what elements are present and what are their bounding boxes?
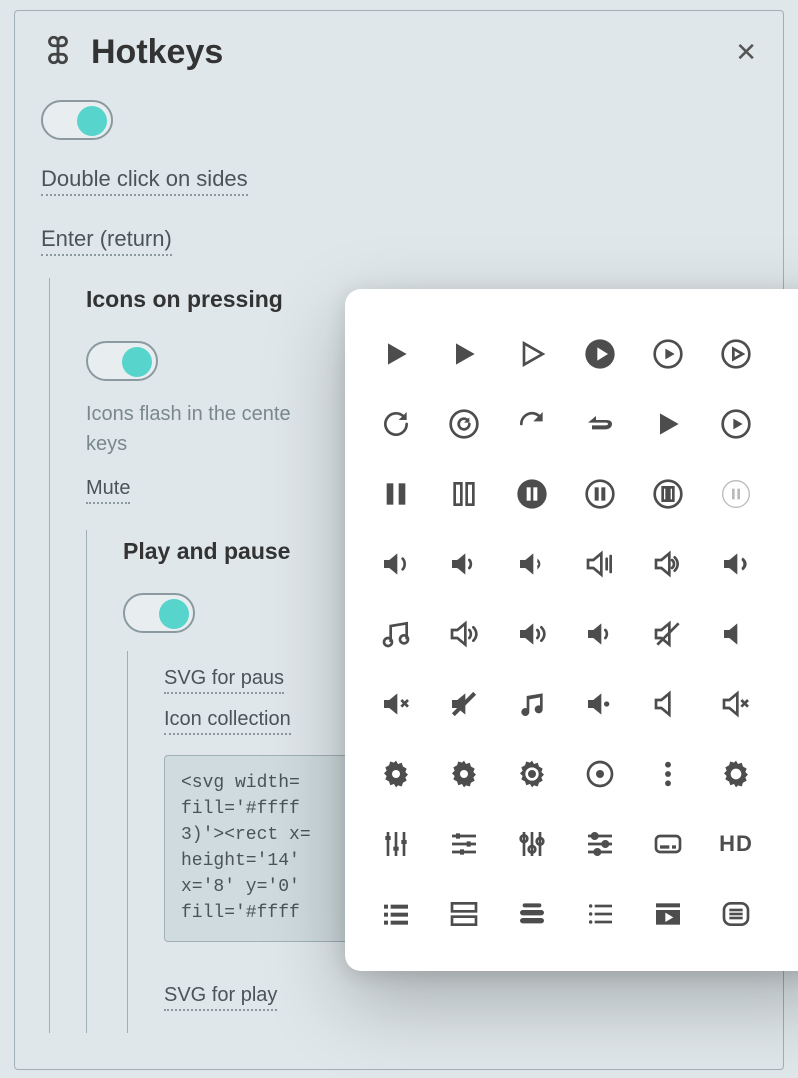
link-enter-return[interactable]: Enter (return) <box>41 226 172 256</box>
pause-circle-thin-icon[interactable] <box>719 477 753 511</box>
gear-ring-icon[interactable] <box>515 757 549 791</box>
more-icon[interactable] <box>787 827 798 861</box>
pause-outline-icon[interactable] <box>447 477 481 511</box>
music-note-solid-icon[interactable] <box>515 687 549 721</box>
gear-icon[interactable] <box>379 757 413 791</box>
more-icon[interactable] <box>787 617 798 651</box>
knobs-icon[interactable] <box>515 827 549 861</box>
refresh-icon[interactable] <box>379 407 413 441</box>
play-solid-icon[interactable] <box>379 337 413 371</box>
list-bullets-icon[interactable] <box>379 897 413 931</box>
more-icon[interactable] <box>787 757 798 791</box>
cc-badge-icon[interactable] <box>651 827 685 861</box>
icon-grid: HD <box>379 337 798 931</box>
rewind-arrow-icon[interactable] <box>583 407 617 441</box>
list-stack-icon[interactable] <box>515 897 549 931</box>
redo-icon[interactable] <box>515 407 549 441</box>
sliders-horizontal-icon[interactable] <box>447 827 481 861</box>
volume-slash-solid-icon[interactable] <box>447 687 481 721</box>
play-outline-icon[interactable] <box>515 337 549 371</box>
gear-icon[interactable] <box>447 757 481 791</box>
play-solid-icon[interactable] <box>651 407 685 441</box>
link-svg-for-pause[interactable]: SVG for paus <box>164 667 284 694</box>
list-ordered-icon[interactable] <box>583 897 617 931</box>
panel-header: Hotkeys <box>41 33 757 72</box>
gear-outline-icon[interactable] <box>719 757 753 791</box>
icons-on-pressing-toggle[interactable] <box>86 341 158 381</box>
music-note-icon[interactable] <box>379 617 413 651</box>
sliders-horizontal-icon[interactable] <box>583 827 617 861</box>
more-icon[interactable] <box>787 337 798 371</box>
hd-icon[interactable]: HD <box>719 827 753 861</box>
pause-circle-outline-icon[interactable] <box>583 477 617 511</box>
list-rows-icon[interactable] <box>447 897 481 931</box>
volume-outline-icon[interactable] <box>651 547 685 581</box>
volume-wave-icon[interactable] <box>447 547 481 581</box>
volume-up-solid-icon[interactable] <box>719 547 753 581</box>
more-icon[interactable] <box>787 477 798 511</box>
more-icon[interactable] <box>787 897 798 931</box>
refresh-ring-icon[interactable] <box>447 407 481 441</box>
close-icon[interactable]: ✕ <box>735 37 757 68</box>
pause-circle-double-icon[interactable] <box>651 477 685 511</box>
volume-lines-solid-icon[interactable] <box>583 617 617 651</box>
play-solid-icon[interactable] <box>447 337 481 371</box>
pause-solid-icon[interactable] <box>379 477 413 511</box>
hotkeys-panel: Hotkeys ✕ Double click on sides Enter (r… <box>14 10 784 1070</box>
play-circle-thin-icon[interactable] <box>719 337 753 371</box>
pause-circle-solid-icon[interactable] <box>515 477 549 511</box>
more-icon[interactable] <box>787 687 798 721</box>
more-icon[interactable] <box>787 407 798 441</box>
volume-wave-icon[interactable] <box>379 547 413 581</box>
volume-half-solid-icon[interactable] <box>583 687 617 721</box>
play-circle-outline-icon[interactable] <box>651 337 685 371</box>
list-rounded-icon[interactable] <box>719 897 753 931</box>
command-icon <box>41 33 75 72</box>
speaker-solid-icon[interactable] <box>719 617 753 651</box>
page-title: Hotkeys <box>91 33 223 72</box>
play-circle-outline-icon[interactable] <box>719 407 753 441</box>
more-icon[interactable] <box>787 547 798 581</box>
icon-picker-popover: HD <box>345 289 798 971</box>
volume-slash-icon[interactable] <box>651 617 685 651</box>
speaker-outline-icon[interactable] <box>651 687 685 721</box>
volume-half-icon[interactable] <box>515 547 549 581</box>
play-pause-toggle[interactable] <box>123 593 195 633</box>
link-double-click-sides[interactable]: Double click on sides <box>41 166 248 196</box>
more-vertical-icon[interactable] <box>651 757 685 791</box>
link-mute[interactable]: Mute <box>86 477 130 504</box>
video-thumb-icon[interactable] <box>651 897 685 931</box>
link-svg-for-play[interactable]: SVG for play <box>164 984 277 1011</box>
hotkeys-master-toggle[interactable] <box>41 100 113 140</box>
speaker-x-icon[interactable] <box>379 687 413 721</box>
speaker-x-outline-icon[interactable] <box>719 687 753 721</box>
sliders-vertical-icon[interactable] <box>379 827 413 861</box>
volume-lines-solid-icon[interactable] <box>515 617 549 651</box>
volume-lines-outline-icon[interactable] <box>447 617 481 651</box>
play-circle-solid-icon[interactable] <box>583 337 617 371</box>
link-icon-collection[interactable]: Icon collection <box>164 708 291 735</box>
gear-target-icon[interactable] <box>583 757 617 791</box>
volume-outline-icon[interactable] <box>583 547 617 581</box>
